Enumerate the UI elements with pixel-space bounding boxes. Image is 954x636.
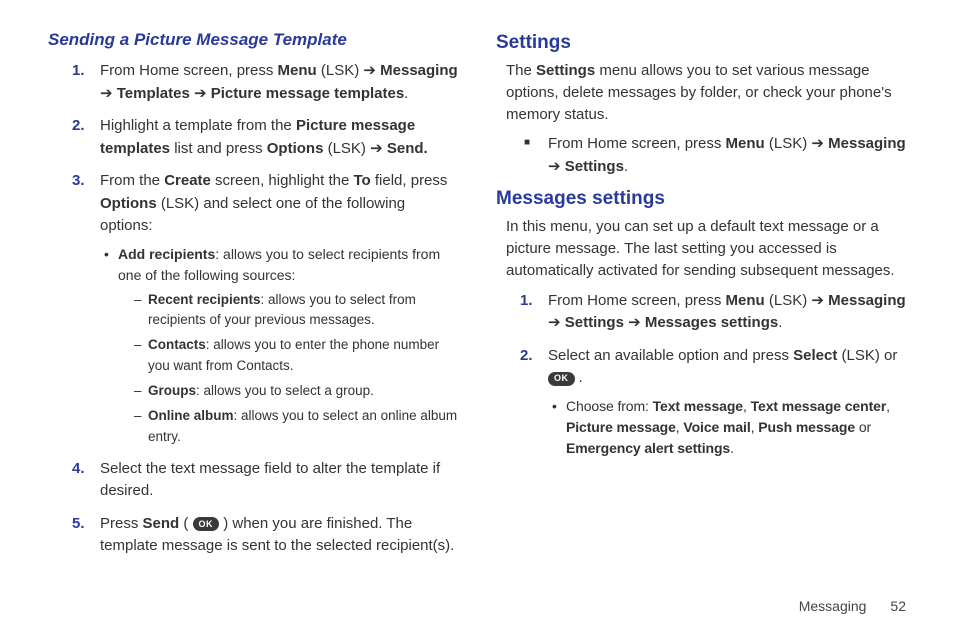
step-text: From Home screen, press Menu (LSK) ➔ Mes…	[100, 62, 458, 102]
step-3-sub: Add recipients: allows you to select rec…	[100, 244, 458, 448]
recipient-sources: Recent recipients: allows you to select …	[118, 290, 458, 448]
left-column: Sending a Picture Message Template 1. Fr…	[48, 30, 458, 568]
choose-from-item: Choose from: Text message, Text message …	[552, 396, 906, 459]
settings-bullet-list: From Home screen, press Menu (LSK) ➔ Mes…	[496, 133, 906, 178]
footer-section: Messaging	[799, 598, 867, 614]
step-5: 5. Press Send ( OK ) when you are finish…	[72, 513, 458, 558]
heading-settings: Settings	[496, 32, 906, 54]
step-number: 4.	[72, 458, 85, 481]
step-number: 3.	[72, 170, 85, 193]
settings-nav-item: From Home screen, press Menu (LSK) ➔ Mes…	[520, 133, 906, 178]
settings-paragraph: The Settings menu allows you to set vari…	[506, 60, 906, 125]
step-number: 1.	[520, 290, 533, 313]
contacts-item: Contacts: allows you to enter the phone …	[134, 335, 458, 377]
step-text: Press Send ( OK ) when you are finished.…	[100, 515, 454, 555]
msgset-step-1: 1. From Home screen, press Menu (LSK) ➔ …	[520, 290, 906, 335]
messages-settings-steps: 1. From Home screen, press Menu (LSK) ➔ …	[496, 290, 906, 459]
page-footer: Messaging 52	[799, 598, 906, 614]
ok-key-icon: OK	[193, 517, 220, 531]
recent-recipients-item: Recent recipients: allows you to select …	[134, 290, 458, 332]
online-album-item: Online album: allows you to select an on…	[134, 406, 458, 448]
step-number: 5.	[72, 513, 85, 536]
groups-item: Groups: allows you to select a group.	[134, 381, 458, 402]
messages-settings-paragraph: In this menu, you can set up a default t…	[506, 216, 906, 281]
step-text: Highlight a template from the Picture me…	[100, 117, 428, 157]
msgset-step-2-sub: Choose from: Text message, Text message …	[548, 396, 906, 459]
step-3: 3. From the Create screen, highlight the…	[72, 170, 458, 448]
step-number: 2.	[72, 115, 85, 138]
step-number: 2.	[520, 345, 533, 368]
step-4: 4. Select the text message field to alte…	[72, 458, 458, 503]
ok-key-icon: OK	[548, 372, 575, 386]
heading-messages-settings: Messages settings	[496, 188, 906, 210]
step-text: From Home screen, press Menu (LSK) ➔ Mes…	[548, 292, 906, 332]
footer-page-number: 52	[890, 598, 906, 614]
step-text: From the Create screen, highlight the To…	[100, 172, 447, 234]
subheading-picture-template: Sending a Picture Message Template	[48, 30, 458, 50]
right-column: Settings The Settings menu allows you to…	[496, 30, 906, 568]
step-2: 2. Highlight a template from the Picture…	[72, 115, 458, 160]
step-text: Select an available option and press Sel…	[548, 347, 897, 387]
step-text: Select the text message field to alter t…	[100, 460, 440, 500]
page-columns: Sending a Picture Message Template 1. Fr…	[48, 30, 906, 568]
msgset-step-2: 2. Select an available option and press …	[520, 345, 906, 459]
step-number: 1.	[72, 60, 85, 83]
step-1: 1. From Home screen, press Menu (LSK) ➔ …	[72, 60, 458, 105]
picture-template-steps: 1. From Home screen, press Menu (LSK) ➔ …	[48, 60, 458, 558]
add-recipients-item: Add recipients: allows you to select rec…	[104, 244, 458, 448]
